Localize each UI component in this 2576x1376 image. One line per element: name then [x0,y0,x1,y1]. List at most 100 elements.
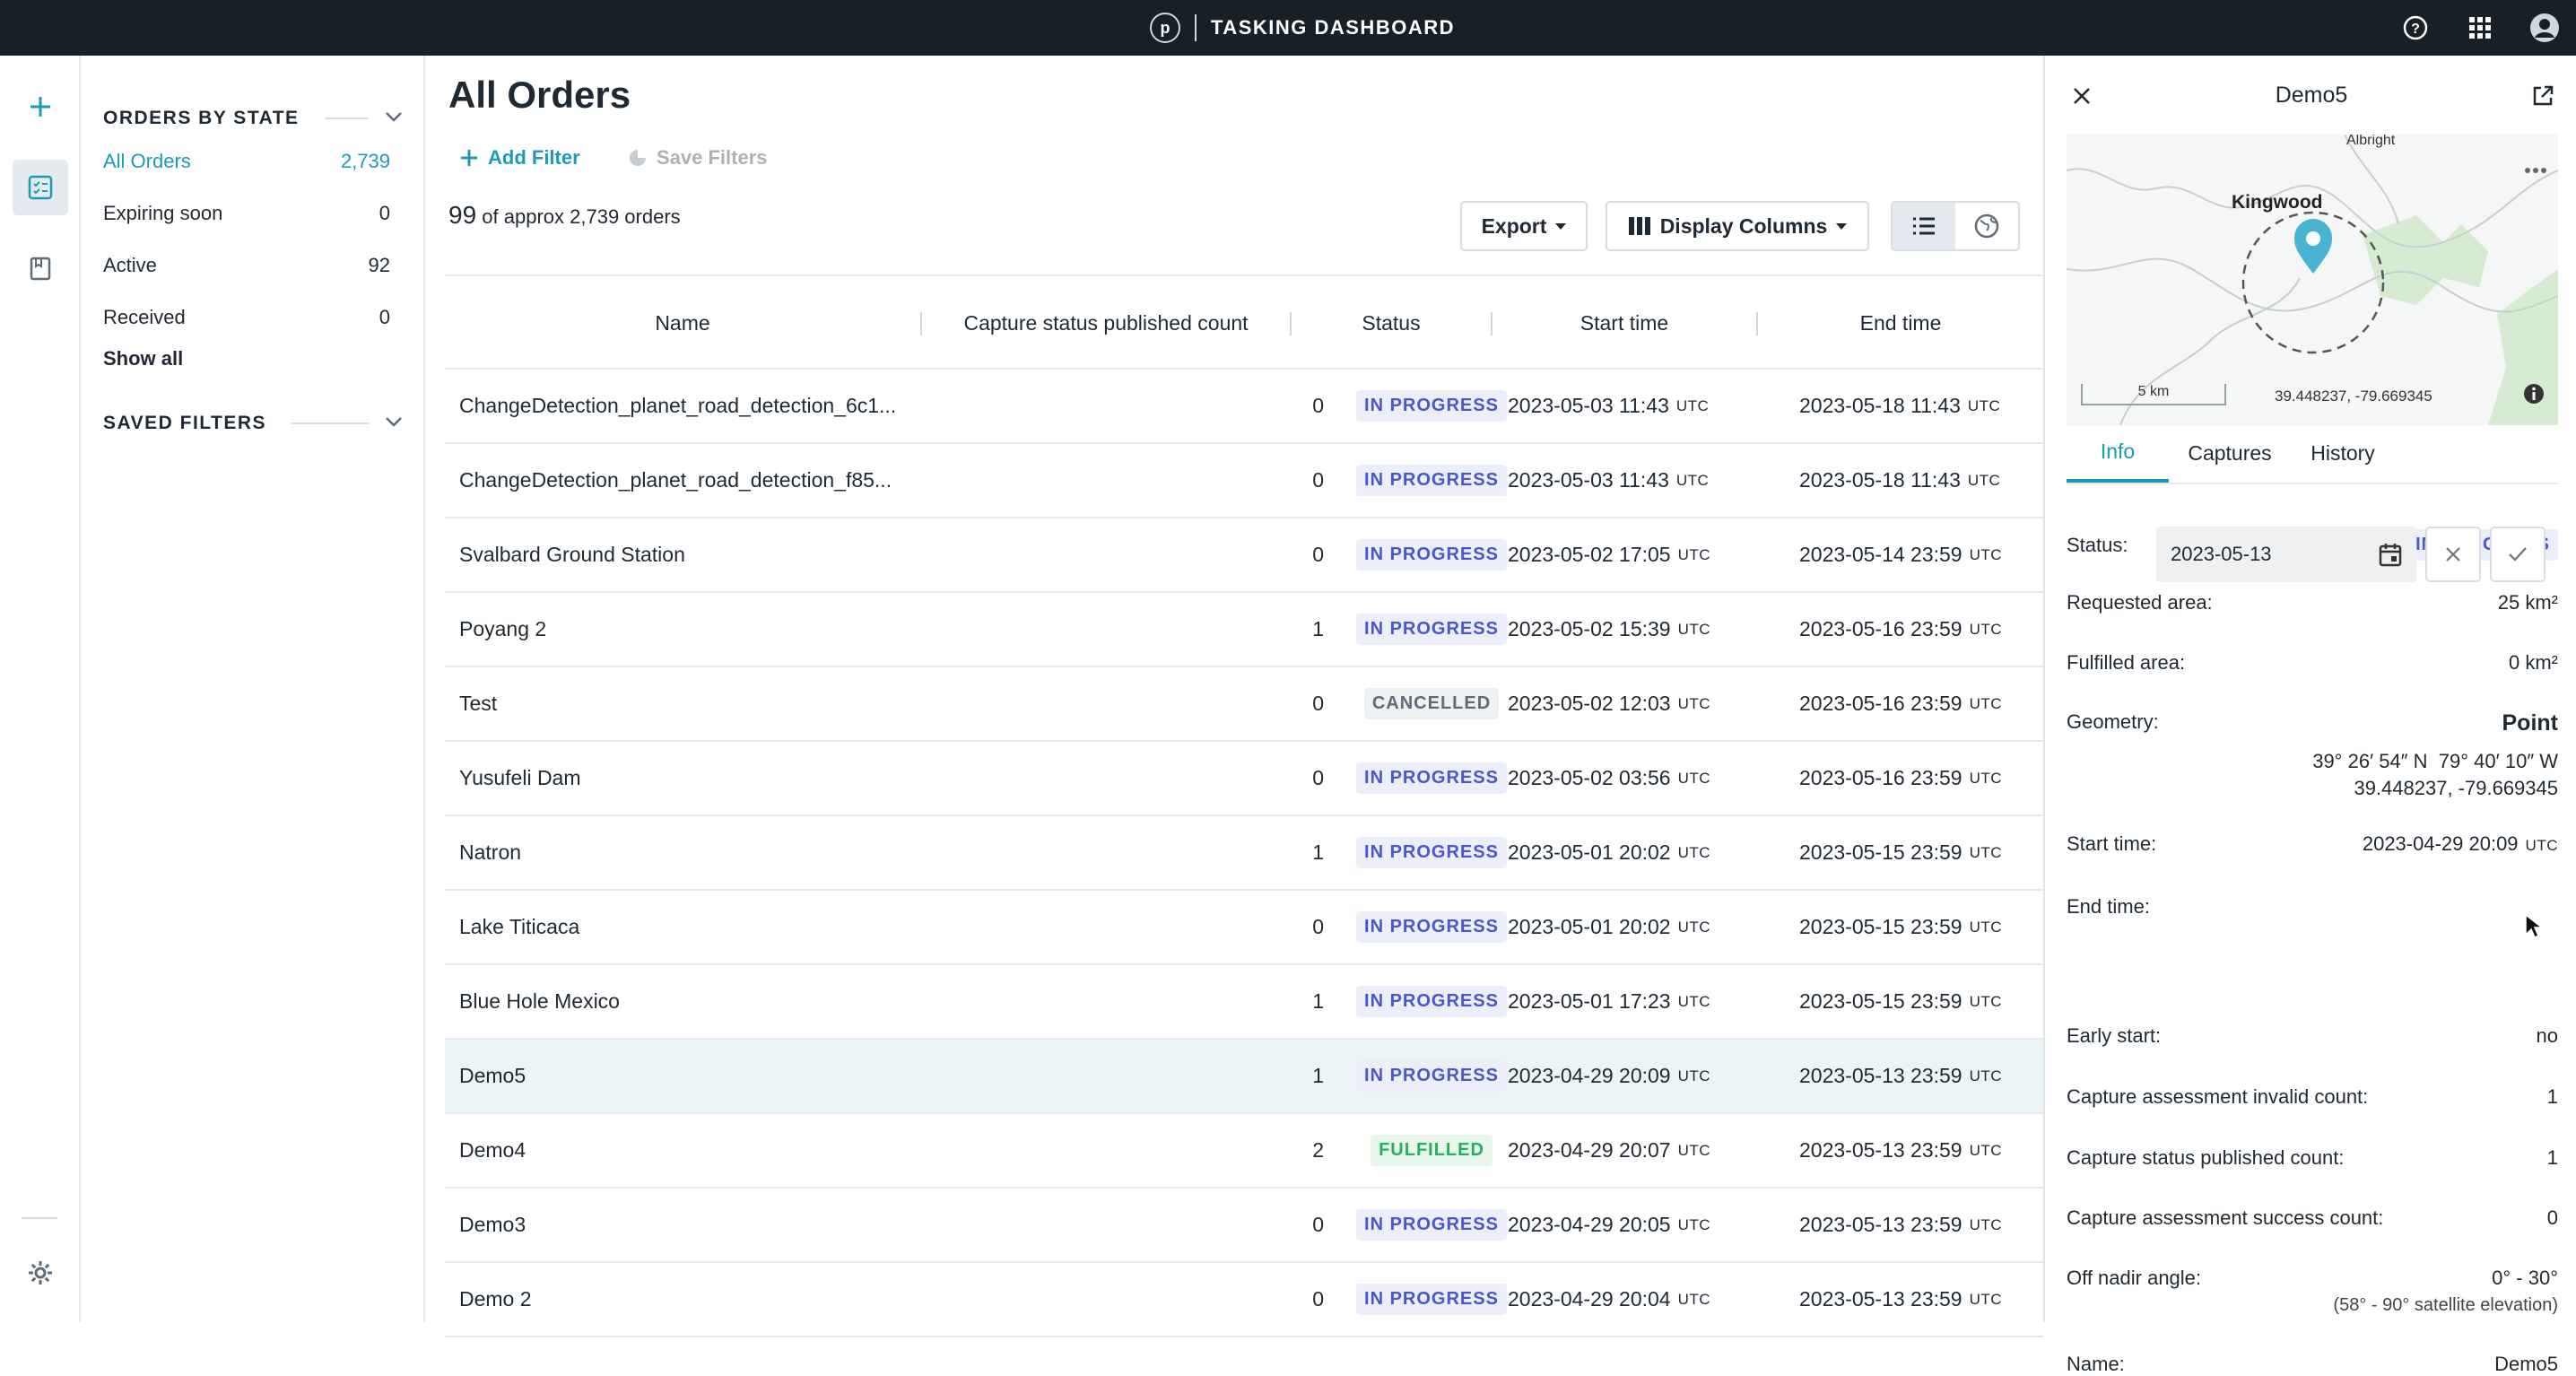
calendar-icon[interactable] [2379,542,2402,572]
status-cell: FULFILLED [1342,1114,1521,1187]
detail-tabs: Info Captures History [2067,423,2558,484]
start-time: 2023-05-02 17:05 [1508,543,1671,566]
table-row[interactable]: Blue Hole Mexico 1 IN PROGRESS 2023-05-01 1… [445,965,2043,1040]
column-header-capture-count[interactable]: Capture status published count [922,276,1290,370]
invalid-count-value: 1 [2546,1085,2558,1108]
end-date-input[interactable]: 2023-05-13 [2156,527,2416,582]
sidebar-item-count: 0 [379,306,390,328]
table-row[interactable]: Test 0 CANCELLED 2023-05-02 12:03 UTC 2023-05… [445,667,2043,742]
map-view-globe-icon[interactable] [1955,203,2018,249]
sidebar-item-expiring-soon[interactable]: Expiring soon 0 [103,196,390,231]
table-row[interactable]: Svalbard Ground Station 0 IN PROGRESS 2023-… [445,518,2043,593]
requested-area-label: Requested area: [2067,591,2213,614]
settings-gear-icon[interactable] [13,1245,68,1301]
table-row[interactable]: Demo 2 0 IN PROGRESS 2023-04-29 20:04 UTC 202… [445,1263,2043,1337]
detail-title: Demo5 [2275,83,2348,108]
table-row[interactable]: ChangeDetection_planet_road_detection_6c… [445,370,2043,444]
order-location-map[interactable]: Albright Kingwood 5 km 39.448237, -79.66… [2067,135,2558,425]
column-header-name[interactable]: Name [445,276,920,370]
results-count-suffix: of approx 2,739 orders [482,205,681,228]
detail-early-start-row: Early start: no [2067,1024,2558,1048]
column-header-end-time[interactable]: End time [1758,276,2043,370]
orders-list-icon[interactable] [13,160,68,215]
utc-label: UTC [1967,471,2001,489]
tab-info[interactable]: Info [2067,423,2169,483]
early-start-value: no [2536,1024,2558,1047]
table-row[interactable]: Lake Titicaca 0 IN PROGRESS 2023-05-01 20:0… [445,891,2043,965]
utc-label: UTC [1677,843,1711,861]
geometry-type: Point [2502,710,2559,736]
table-row[interactable]: Demo4 2 FULFILLED 2023-04-29 20:07 UTC 2023-0… [445,1114,2043,1189]
brand[interactable]: p TASKING DASHBOARD [1150,12,1455,44]
end-time-cell: 2023-05-15 23:59 UTC [1799,891,2068,963]
tab-history[interactable]: History [2294,423,2391,483]
section-title: ORDERS BY STATE [103,108,300,128]
column-header-start-time[interactable]: Start time [1493,276,1756,370]
map-coordinates: 39.448237, -79.669345 [2275,388,2432,405]
status-badge: IN PROGRESS [1356,986,1507,1017]
table-row[interactable]: Natron 1 IN PROGRESS 2023-05-01 20:02 UTC 202… [445,816,2043,891]
start-time-cell: 2023-04-29 20:07 UTC [1508,1114,1786,1187]
end-time: 2023-05-13 23:59 [1799,1287,1962,1311]
caret-down-icon [1555,222,1567,230]
success-count-value: 0 [2546,1206,2558,1229]
status-badge: CANCELLED [1363,688,1500,719]
detail-geometry-row: Geometry: Point [2067,710,2558,736]
start-time-value: 2023-04-29 20:09 UTC [2363,832,2558,856]
capture-published-count: 0 [1312,468,1324,492]
sidebar-item-active[interactable]: Active 92 [103,248,390,283]
off-nadir-value: 0° - 30° [2492,1267,2558,1289]
orders-by-state-header[interactable]: ORDERS BY STATE [103,100,403,136]
chevron-down-icon[interactable] [385,110,403,127]
start-time: 2023-05-03 11:43 [1508,394,1669,417]
show-all-link[interactable]: Show all [103,347,183,370]
off-nadir-sub: (58° - 90° satellite elevation) [2333,1295,2558,1315]
display-columns-dropdown[interactable]: Display Columns [1606,201,1869,251]
order-name: Yusufeli Dam [459,766,581,789]
start-time: 2023-05-01 20:02 [1508,915,1671,938]
end-time-cell: 2023-05-15 23:59 UTC [1799,816,2068,889]
saved-filters-header[interactable]: SAVED FILTERS [103,405,403,441]
utc-label: UTC [1967,396,2001,414]
end-time: 2023-05-15 23:59 [1799,840,1962,864]
utc-label: UTC [1969,1141,2003,1159]
detail-success-count-row: Capture assessment success count: 0 [2067,1206,2558,1230]
open-external-icon[interactable] [2528,81,2558,111]
end-time: 2023-05-16 23:59 [1799,766,1962,789]
column-header-status[interactable]: Status [1292,276,1491,370]
map-more-icon[interactable] [2522,161,2549,179]
cancel-end-time-button[interactable] [2425,527,2481,582]
map-info-icon[interactable] [2522,382,2547,407]
list-view-icon[interactable] [1893,203,1955,249]
order-name: Demo5 [459,1064,527,1087]
table-row[interactable]: Yusufeli Dam 0 IN PROGRESS 2023-05-02 03:56… [445,742,2043,816]
utc-label: UTC [1677,769,1711,787]
help-icon[interactable]: ? [2400,13,2431,43]
add-filter-button[interactable]: Add Filter [459,140,580,176]
tab-captures[interactable]: Captures [2176,423,2284,483]
export-dropdown[interactable]: Export [1460,201,1588,251]
status-cell: IN PROGRESS [1342,593,1521,666]
new-order-icon[interactable] [13,79,68,135]
capture-published-count: 0 [1312,692,1324,715]
account-avatar-icon[interactable] [2529,13,2560,43]
archive-icon[interactable] [13,240,68,296]
table-row[interactable]: ChangeDetection_planet_road_detection_f8… [445,444,2043,518]
geometry-dms: 39° 26′ 54″ N 79° 40′ 10″ W [2312,750,2558,772]
order-name: Test [459,692,498,715]
sidebar-item-received[interactable]: Received 0 [103,300,390,335]
capture-published-count: 0 [1312,766,1324,789]
end-time-cell: 2023-05-16 23:59 UTC [1799,593,2068,666]
capture-published-count: 1 [1312,840,1324,864]
apps-grid-icon[interactable] [2465,13,2495,43]
table-row[interactable]: Poyang 2 1 IN PROGRESS 2023-05-02 15:39 UTC 2… [445,593,2043,667]
invalid-count-label: Capture assessment invalid count: [2067,1085,2369,1108]
confirm-end-time-button[interactable] [2490,527,2546,582]
table-row[interactable]: Demo3 0 IN PROGRESS 2023-04-29 20:05 UTC 2023… [445,1189,2043,1263]
sidebar-item-all-orders[interactable]: All Orders 2,739 [103,144,390,179]
save-filters-button[interactable]: Save Filters [628,140,768,176]
name-value: Demo5 [2494,1353,2558,1375]
detail-off-nadir-row: Off nadir angle: 0° - 30° [2067,1267,2558,1290]
chevron-down-icon[interactable] [385,415,403,432]
table-row[interactable]: Demo5 1 IN PROGRESS 2023-04-29 20:09 UTC 2023… [445,1040,2043,1114]
